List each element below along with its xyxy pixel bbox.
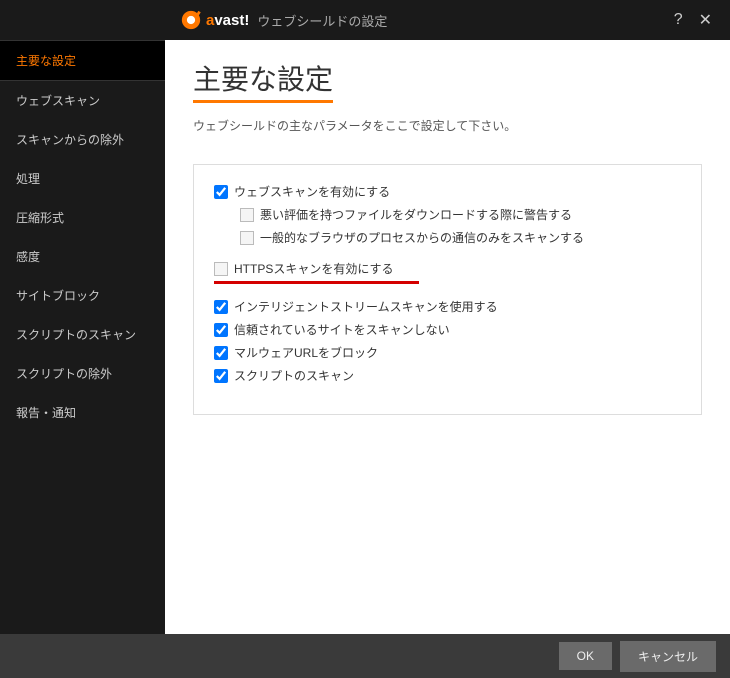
option-warn-bad-download[interactable]: 悪い評価を持つファイルをダウンロードする際に警告する [240, 206, 681, 223]
settings-window: avast! ウェブシールドの設定 ? ✕ 主要な設定 ウェブスキャン スキャン… [0, 0, 730, 678]
brand-rest: vast! [214, 12, 249, 29]
checkbox-script-scan[interactable] [214, 369, 228, 383]
settings-panel: ウェブスキャンを有効にする 悪い評価を持つファイルをダウンロードする際に警告する… [193, 164, 702, 415]
option-label: ウェブスキャンを有効にする [234, 183, 390, 200]
option-intelligent-stream[interactable]: インテリジェントストリームスキャンを使用する [214, 298, 681, 315]
sidebar-item-packers[interactable]: 圧縮形式 [0, 198, 165, 237]
sidebar-item-actions[interactable]: 処理 [0, 159, 165, 198]
body: 主要な設定 ウェブスキャン スキャンからの除外 処理 圧縮形式 感度 サイトブロ… [0, 40, 730, 634]
sidebar-item-script-exclusions[interactable]: スクリプトの除外 [0, 354, 165, 393]
sidebar-item-script-scan[interactable]: スクリプトのスキャン [0, 315, 165, 354]
sidebar-item-report[interactable]: 報告・通知 [0, 393, 165, 432]
content-area: 主要な設定 ウェブシールドの主なパラメータをここで設定して下さい。 ウェブスキャ… [165, 40, 730, 634]
sidebar-item-label: スキャンからの除外 [16, 133, 124, 147]
close-button[interactable]: ✕ [691, 10, 720, 30]
option-trusted-sites-skip[interactable]: 信頼されているサイトをスキャンしない [214, 321, 681, 338]
sidebar-item-label: 報告・通知 [16, 406, 76, 420]
option-scan-known-browsers[interactable]: 一般的なブラウザのプロセスからの通信のみをスキャンする [240, 229, 681, 246]
option-label: 信頼されているサイトをスキャンしない [234, 321, 450, 338]
checkbox-webscan-enable[interactable] [214, 185, 228, 199]
sidebar-item-label: 主要な設定 [16, 54, 76, 68]
checkbox-warn-bad-download[interactable] [240, 208, 254, 222]
option-label: インテリジェントストリームスキャンを使用する [234, 298, 498, 315]
sidebar-item-label: サイトブロック [16, 289, 100, 303]
option-label: スクリプトのスキャン [234, 367, 354, 384]
sidebar-item-sensitivity[interactable]: 感度 [0, 237, 165, 276]
option-https-enable[interactable]: HTTPSスキャンを有効にする [214, 260, 393, 277]
cancel-button[interactable]: キャンセル [620, 641, 716, 672]
ok-button[interactable]: OK [559, 642, 612, 670]
option-block-malware-url[interactable]: マルウェアURLをブロック [214, 344, 681, 361]
option-label: HTTPSスキャンを有効にする [234, 260, 393, 277]
sidebar-item-site-blocking[interactable]: サイトブロック [0, 276, 165, 315]
sidebar-item-web-scan[interactable]: ウェブスキャン [0, 81, 165, 120]
help-button[interactable]: ? [666, 11, 691, 29]
sidebar-item-label: 感度 [16, 250, 40, 264]
sidebar-item-label: 圧縮形式 [16, 211, 64, 225]
option-webscan-enable[interactable]: ウェブスキャンを有効にする [214, 183, 681, 200]
checkbox-intelligent-stream[interactable] [214, 300, 228, 314]
brand-text: avast! [206, 12, 249, 29]
page-description: ウェブシールドの主なパラメータをここで設定して下さい。 [193, 117, 702, 134]
footer: OK キャンセル [0, 634, 730, 678]
option-https-enable-row: HTTPSスキャンを有効にする [214, 260, 681, 277]
titlebar: avast! ウェブシールドの設定 ? ✕ [0, 0, 730, 40]
sidebar-item-label: スクリプトのスキャン [16, 328, 136, 342]
sidebar-item-exclusions[interactable]: スキャンからの除外 [0, 120, 165, 159]
option-label: 一般的なブラウザのプロセスからの通信のみをスキャンする [260, 229, 584, 246]
checkbox-https-enable[interactable] [214, 262, 228, 276]
sidebar-item-label: ウェブスキャン [16, 94, 100, 108]
window-title: ウェブシールドの設定 [257, 11, 387, 30]
option-label: マルウェアURLをブロック [234, 344, 378, 361]
sidebar-item-label: スクリプトの除外 [16, 367, 112, 381]
sidebar-item-label: 処理 [16, 172, 40, 186]
https-highlight-underline [214, 281, 419, 284]
avast-logo-icon [180, 9, 202, 31]
page-title: 主要な設定 [193, 58, 333, 103]
app-logo: avast! ウェブシールドの設定 [180, 9, 387, 31]
sidebar: 主要な設定 ウェブスキャン スキャンからの除外 処理 圧縮形式 感度 サイトブロ… [0, 40, 165, 634]
checkbox-trusted-sites-skip[interactable] [214, 323, 228, 337]
option-script-scan[interactable]: スクリプトのスキャン [214, 367, 681, 384]
checkbox-scan-known-browsers[interactable] [240, 231, 254, 245]
sidebar-item-main-settings[interactable]: 主要な設定 [0, 40, 165, 81]
checkbox-block-malware-url[interactable] [214, 346, 228, 360]
option-label: 悪い評価を持つファイルをダウンロードする際に警告する [260, 206, 572, 223]
